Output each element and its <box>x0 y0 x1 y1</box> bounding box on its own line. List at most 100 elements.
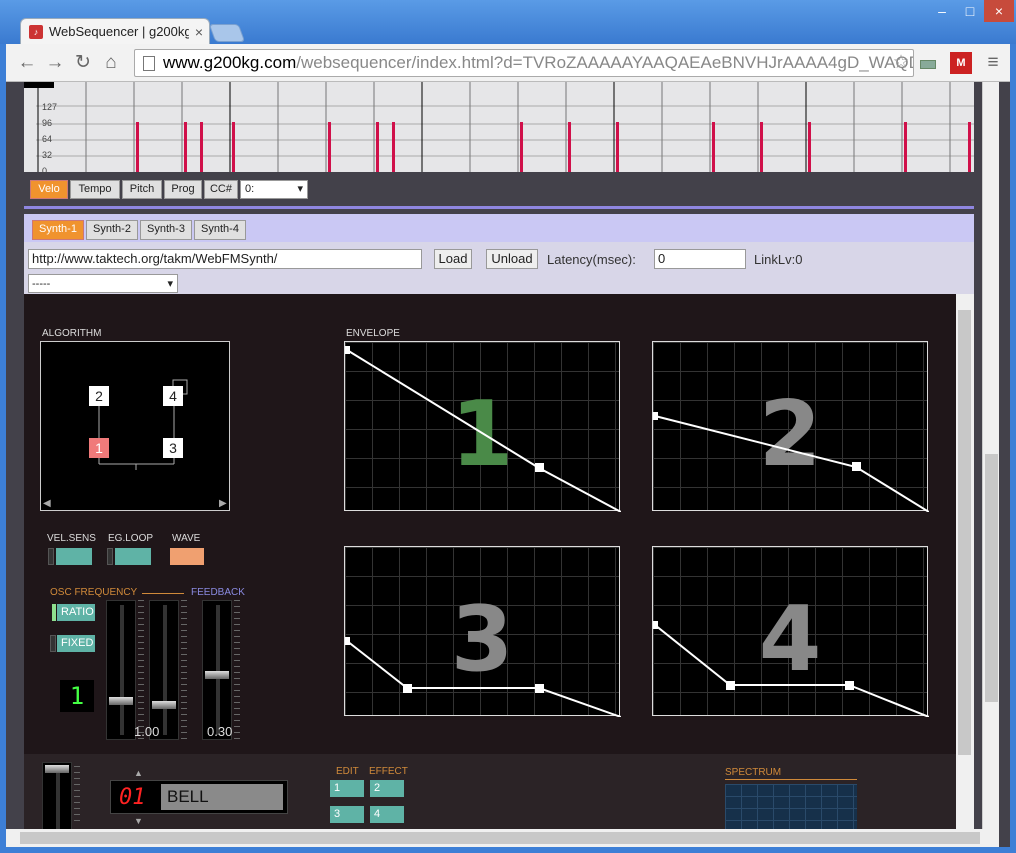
scale-0: 0 <box>42 166 48 176</box>
edit-button-2[interactable]: 2 <box>370 780 404 797</box>
program-number: 01 <box>119 785 146 810</box>
slider-ticks <box>74 766 80 826</box>
envelope-3[interactable]: 3 <box>344 546 621 717</box>
page-scroll-thumb[interactable] <box>985 454 998 702</box>
prog-button[interactable]: Prog <box>164 180 202 199</box>
tab-synth-4[interactable]: Synth-4 <box>194 220 246 240</box>
slider-thumb[interactable] <box>152 701 176 709</box>
cc-button[interactable]: CC# <box>204 180 238 199</box>
unload-button[interactable]: Unload <box>486 249 538 269</box>
envelope-label: ENVELOPE <box>346 328 400 339</box>
close-window-icon[interactable]: × <box>984 0 1014 22</box>
synth-scroll-thumb[interactable] <box>958 310 971 755</box>
eg-loop-label: EG.LOOP <box>108 533 154 544</box>
osc-frequency-label: OSC FREQUENCY <box>50 587 138 598</box>
forward-icon[interactable]: → <box>44 52 66 74</box>
velocity-bar <box>712 122 715 172</box>
cc-select[interactable]: 0: ▾ <box>240 180 308 199</box>
menu-icon[interactable]: ≡ <box>982 52 1004 74</box>
envelope-4[interactable]: 4 <box>652 546 929 717</box>
velo-button[interactable]: Velo <box>30 180 68 199</box>
eg-loop-toggle[interactable] <box>115 548 151 565</box>
algorithm-lines: ◀ ▶ <box>43 379 227 509</box>
vel-sens-toggle[interactable] <box>56 548 92 565</box>
velocity-scale: 127 96 64 32 0 <box>42 99 57 179</box>
slider-thumb[interactable] <box>109 697 133 705</box>
load-button[interactable]: Load <box>434 249 472 269</box>
tab-synth-1[interactable]: Synth-1 <box>32 220 84 240</box>
tab-synth-3[interactable]: Synth-3 <box>140 220 192 240</box>
latency-input[interactable]: 0 <box>654 249 746 269</box>
maximize-icon[interactable]: □ <box>956 0 984 22</box>
mail-extension-icon[interactable]: M <box>950 52 972 74</box>
fixed-button[interactable]: FIXED <box>57 635 95 652</box>
site-favicon-icon: ♪ <box>29 24 43 39</box>
synth-scrollbar[interactable] <box>956 294 974 829</box>
web-page: 127 96 64 32 0 Velo Tempo Pitch Prog CC#… <box>6 82 1010 847</box>
spectrum-display <box>725 784 857 834</box>
feedback-slider[interactable] <box>202 600 232 740</box>
horizontal-scrollbar[interactable] <box>6 829 999 847</box>
envelope-2[interactable]: 2 <box>652 341 929 512</box>
edit-label: EDIT <box>336 766 359 777</box>
new-tab-button[interactable] <box>208 24 246 42</box>
freq-value: 1.00 <box>134 724 160 739</box>
horizontal-scroll-thumb[interactable] <box>20 832 980 844</box>
synth-url-input[interactable]: http://www.taktech.org/takm/WebFMSynth/ <box>28 249 422 269</box>
scale-127: 127 <box>42 102 58 112</box>
tempo-button[interactable]: Tempo <box>70 180 120 199</box>
program-name: BELL <box>161 784 283 810</box>
prog-down-icon[interactable]: ▼ <box>134 816 143 826</box>
eg-loop-led <box>107 548 113 565</box>
algo-next-icon: ▶ <box>219 498 227 509</box>
velocity-bar <box>568 122 571 172</box>
velocity-svg[interactable] <box>24 82 974 172</box>
op-1[interactable]: 1 <box>89 438 109 458</box>
divider <box>24 206 974 209</box>
edit-button-1[interactable]: 1 <box>330 780 364 797</box>
op-4[interactable]: 4 <box>163 386 183 406</box>
osc-line <box>142 593 184 594</box>
velocity-bar <box>200 122 203 172</box>
wave-label: WAVE <box>172 533 201 544</box>
minimize-icon[interactable]: – <box>928 0 956 22</box>
algorithm-box[interactable]: ◀ ▶ 2 4 1 3 <box>40 341 230 511</box>
home-icon[interactable]: ⌂ <box>100 52 122 74</box>
op-3[interactable]: 3 <box>163 438 183 458</box>
prog-up-icon[interactable]: ▲ <box>134 768 143 778</box>
address-bar[interactable]: www.g200kg.com/websequencer/index.html?d… <box>134 49 914 77</box>
wave-selector[interactable] <box>170 548 204 565</box>
edit-button-3[interactable]: 3 <box>330 806 364 823</box>
preset-select-value: ----- <box>32 278 51 290</box>
extension-icon[interactable] <box>920 60 936 69</box>
envelope-1[interactable]: 1 <box>344 341 621 512</box>
chevron-down-icon: ▾ <box>167 278 173 290</box>
tab-title: WebSequencer | g200kg <box>49 24 189 39</box>
freq-coarse-slider[interactable] <box>106 600 136 740</box>
ratio-led <box>52 604 56 621</box>
close-tab-icon[interactable]: × <box>195 24 203 40</box>
freq-fine-slider[interactable] <box>149 600 179 740</box>
spectrum-line <box>725 779 857 780</box>
slider-thumb[interactable] <box>45 765 69 773</box>
back-icon[interactable]: ← <box>16 52 38 74</box>
velocity-lane[interactable]: 127 96 64 32 0 <box>24 82 974 176</box>
page-scrollbar[interactable] <box>982 82 999 847</box>
feedback-label: FEEDBACK <box>191 587 245 598</box>
star-icon[interactable]: ☆ <box>890 52 912 74</box>
velocity-bar <box>904 122 907 172</box>
browser-tab[interactable]: ♪ WebSequencer | g200kg × <box>20 18 210 44</box>
bottom-panel: ▲ 01 BELL ▼ EDIT EFFECT 1 2 3 4 SPECTRUM <box>24 754 956 847</box>
slider-thumb[interactable] <box>205 671 229 679</box>
ratio-button[interactable]: RATIO <box>57 604 95 621</box>
pitch-button[interactable]: Pitch <box>122 180 162 199</box>
edit-button-4[interactable]: 4 <box>370 806 404 823</box>
reload-icon[interactable]: ↻ <box>72 52 94 74</box>
url-path: /websequencer/index.html?d=TVRoZAAAAAYAA… <box>296 53 914 72</box>
velocity-bar <box>808 122 811 172</box>
algo-prev-icon: ◀ <box>43 498 51 509</box>
preset-select[interactable]: ----- ▾ <box>28 274 178 293</box>
op-2[interactable]: 2 <box>89 386 109 406</box>
velocity-bar <box>376 122 379 172</box>
tab-synth-2[interactable]: Synth-2 <box>86 220 138 240</box>
